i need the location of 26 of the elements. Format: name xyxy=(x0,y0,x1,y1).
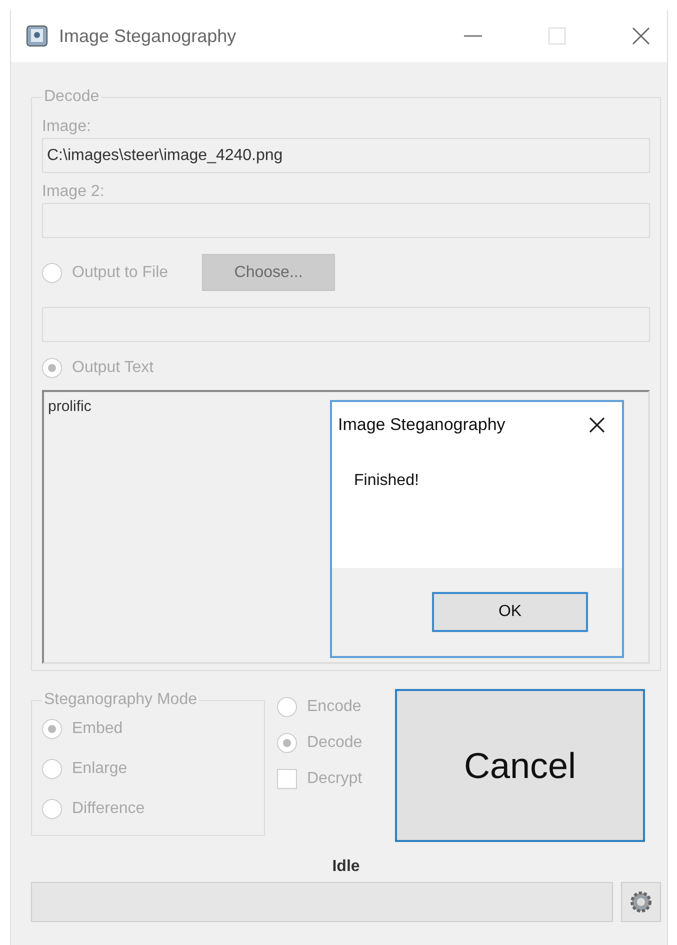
radio-label: Embed xyxy=(72,720,123,738)
checkbox[interactable] xyxy=(277,769,297,789)
group-legend: Steganography Mode xyxy=(42,691,199,709)
radio-label: Enlarge xyxy=(72,760,128,778)
dialog-message: Finished! xyxy=(354,472,419,490)
radio-button[interactable] xyxy=(42,799,62,819)
status-text: Idle xyxy=(332,858,360,876)
radio-button[interactable] xyxy=(277,697,297,717)
radio-button[interactable] xyxy=(42,719,62,739)
cancel-button[interactable]: Cancel xyxy=(395,689,645,842)
radio-label: Output to File xyxy=(72,264,168,282)
settings-button[interactable] xyxy=(621,882,661,922)
radio-button[interactable] xyxy=(277,733,297,753)
image-label: Image: xyxy=(42,118,92,136)
settings-icon xyxy=(629,890,653,914)
group-legend: Decode xyxy=(42,88,102,106)
window-title: Image Steganography xyxy=(59,26,238,46)
radio-label: Difference xyxy=(72,800,145,818)
dialog-title: Image Steganography xyxy=(338,415,506,435)
image2-label: Image 2: xyxy=(42,183,106,201)
app-icon xyxy=(25,24,49,48)
radio-label: Decode xyxy=(307,734,362,752)
radio-button[interactable] xyxy=(42,759,62,779)
radio-label: Output Text xyxy=(72,359,154,377)
radio-label: Encode xyxy=(307,698,362,716)
checkbox-label: Decrypt xyxy=(307,770,362,788)
